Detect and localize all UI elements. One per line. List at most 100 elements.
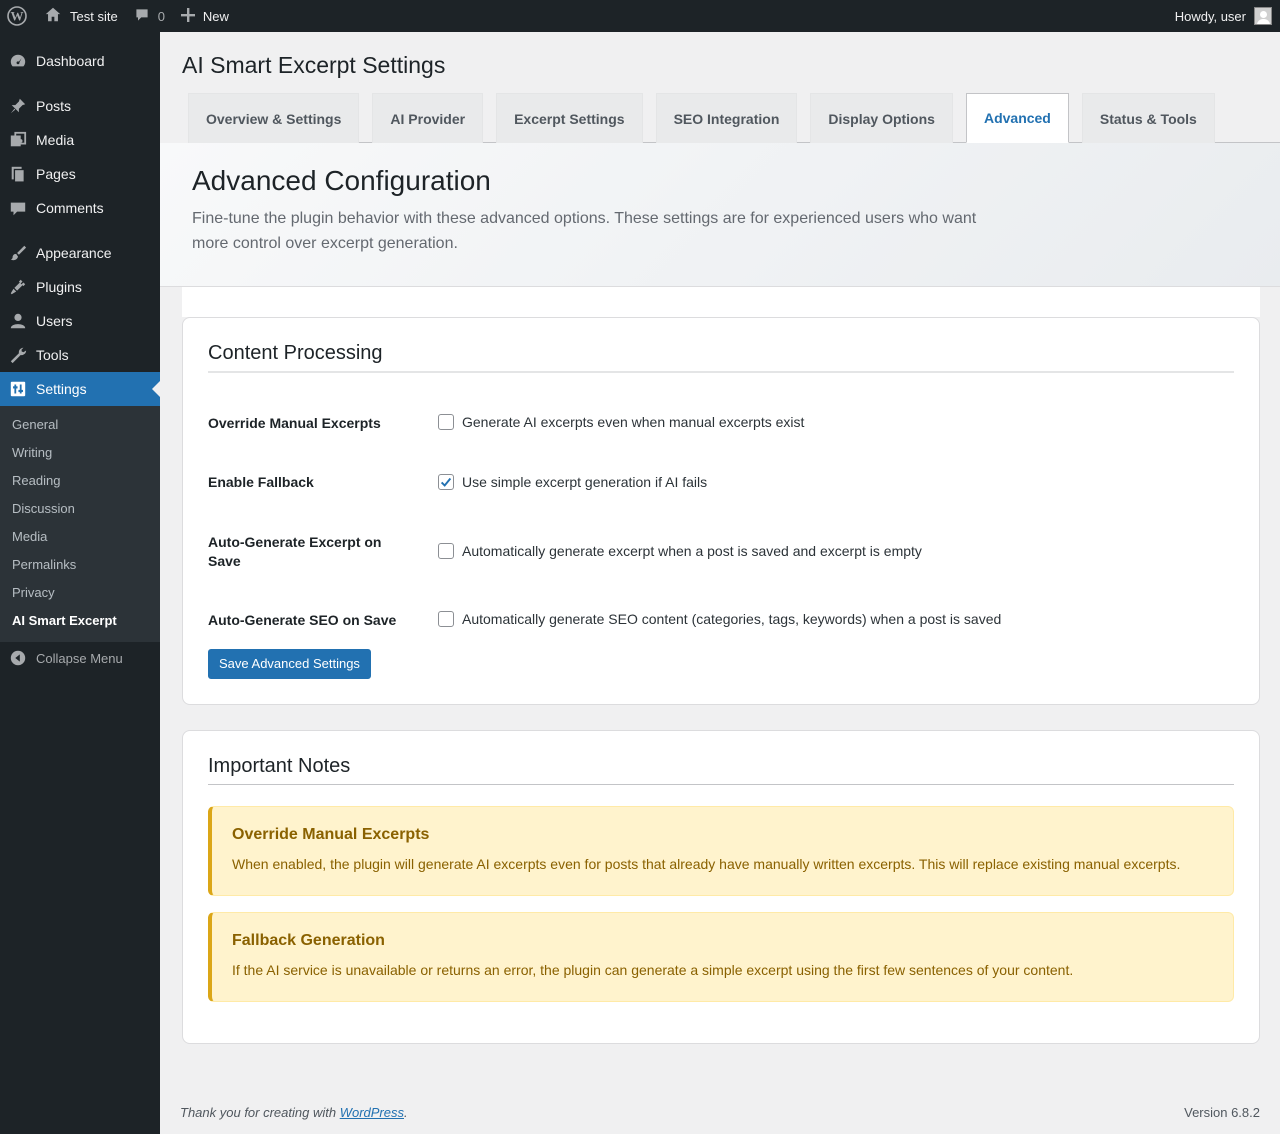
comment-bubble-icon xyxy=(134,7,150,26)
footer-thanks-text: Thank you for creating with xyxy=(180,1105,340,1120)
greeting: Howdy, user xyxy=(1174,8,1246,24)
enable-fallback-field[interactable]: Use simple excerpt generation if AI fail… xyxy=(438,474,707,490)
admin-bar: W Test site 0 New Howdy, user xyxy=(0,0,1280,32)
notice-override-manual-excerpts: Override Manual Excerpts When enabled, t… xyxy=(208,806,1234,896)
checkbox-description: Generate AI excerpts even when manual ex… xyxy=(462,414,805,430)
wordpress-logo-icon[interactable]: W xyxy=(0,0,34,32)
submenu-item-writing[interactable]: Writing xyxy=(12,443,52,463)
notice-fallback-generation: Fallback Generation If the AI service is… xyxy=(208,912,1234,1002)
menu-label: Appearance xyxy=(36,245,112,261)
menu-item-settings[interactable]: Settings xyxy=(0,372,160,406)
menu-label: Comments xyxy=(36,200,104,216)
tab-ai-provider[interactable]: AI Provider xyxy=(372,93,484,143)
tab-advanced[interactable]: Advanced xyxy=(965,93,1069,143)
section-title: Advanced Configuration xyxy=(192,165,491,196)
divider xyxy=(208,371,1234,373)
divider xyxy=(208,784,1234,785)
pin-icon xyxy=(0,97,36,115)
collapse-label: Collapse Menu xyxy=(36,650,123,666)
submenu-item-reading[interactable]: Reading xyxy=(12,471,60,491)
submenu-item-general[interactable]: General xyxy=(12,415,58,435)
menu-item-plugins[interactable]: Plugins xyxy=(0,270,160,304)
tab-excerpt-settings[interactable]: Excerpt Settings xyxy=(496,93,643,143)
card-title: Important Notes xyxy=(208,755,351,777)
checkbox-description: Use simple excerpt generation if AI fail… xyxy=(462,474,708,490)
plus-icon xyxy=(180,7,195,25)
tab-overview-settings[interactable]: Overview & Settings xyxy=(188,93,360,143)
my-account[interactable]: Howdy, user xyxy=(1175,0,1280,32)
user-icon xyxy=(0,312,36,330)
tab-display-options[interactable]: Display Options xyxy=(810,93,953,143)
menu-item-users[interactable]: Users xyxy=(0,304,160,338)
important-notes-card: Important Notes Override Manual Excerpts… xyxy=(182,730,1260,1044)
wordpress-link[interactable]: WordPress xyxy=(340,1105,404,1120)
menu-item-posts[interactable]: Posts xyxy=(0,89,160,123)
wrench-icon xyxy=(0,346,36,364)
notice-text: When enabled, the plugin will generate A… xyxy=(232,856,1181,872)
notice-text: If the AI service is unavailable or retu… xyxy=(232,962,1074,978)
submenu-item-privacy[interactable]: Privacy xyxy=(12,583,55,603)
auto-generate-excerpt-checkbox[interactable] xyxy=(438,543,454,559)
comments-link[interactable]: 0 xyxy=(126,0,173,32)
avatar xyxy=(1254,7,1272,25)
collapse-menu-button[interactable]: Collapse Menu xyxy=(0,644,160,672)
tab-seo-integration[interactable]: SEO Integration xyxy=(655,93,798,143)
auto-generate-seo-field[interactable]: Automatically generate SEO content (cate… xyxy=(438,611,1001,627)
menu-label: Users xyxy=(36,313,73,329)
home-icon xyxy=(44,6,62,27)
page-title: AI Smart Excerpt Settings xyxy=(182,52,446,78)
footer-thanks-suffix: . xyxy=(404,1105,408,1120)
auto-generate-excerpt-label: Auto-Generate Excerpt on Save xyxy=(208,534,382,569)
new-label: New xyxy=(202,8,229,24)
menu-item-appearance[interactable]: Appearance xyxy=(0,236,160,270)
override-manual-excerpts-checkbox[interactable] xyxy=(438,414,454,430)
settings-tabs: Overview & Settings AI Provider Excerpt … xyxy=(188,93,1228,143)
menu-item-comments[interactable]: Comments xyxy=(0,191,160,225)
override-manual-excerpts-field[interactable]: Generate AI excerpts even when manual ex… xyxy=(438,414,804,430)
settings-submenu: General Writing Reading Discussion Media… xyxy=(0,406,160,642)
menu-item-pages[interactable]: Pages xyxy=(0,157,160,191)
auto-generate-seo-label: Auto-Generate SEO on Save xyxy=(208,612,397,628)
footer-thanks: Thank you for creating with WordPress. xyxy=(180,1105,408,1120)
menu-item-dashboard[interactable]: Dashboard xyxy=(0,44,160,78)
menu-label: Tools xyxy=(36,347,69,363)
submenu-item-media[interactable]: Media xyxy=(12,527,47,547)
submenu-item-permalinks[interactable]: Permalinks xyxy=(12,555,76,575)
media-icon xyxy=(0,131,36,149)
menu-label: Dashboard xyxy=(36,53,105,69)
admin-menu: Dashboard Posts Media Pages Comments App… xyxy=(0,32,160,1134)
menu-label: Pages xyxy=(36,166,76,182)
enable-fallback-checkbox[interactable] xyxy=(438,474,454,490)
new-content-link[interactable]: New xyxy=(173,0,237,32)
card-title: Content Processing xyxy=(208,342,383,364)
menu-item-media[interactable]: Media xyxy=(0,123,160,157)
svg-text:W: W xyxy=(11,9,24,24)
auto-generate-excerpt-field[interactable]: Automatically generate excerpt when a po… xyxy=(438,543,922,559)
menu-item-tools[interactable]: Tools xyxy=(0,338,160,372)
menu-label: Settings xyxy=(36,381,87,397)
comments-count: 0 xyxy=(157,8,165,24)
auto-generate-seo-checkbox[interactable] xyxy=(438,611,454,627)
site-name: Test site xyxy=(70,8,118,24)
menu-label: Posts xyxy=(36,98,72,114)
plug-icon xyxy=(0,278,36,296)
submenu-item-ai-smart-excerpt[interactable]: AI Smart Excerpt xyxy=(12,611,117,631)
collapse-arrow-icon xyxy=(0,649,36,667)
notice-title: Override Manual Excerpts xyxy=(232,826,430,843)
content-processing-card: Content Processing Override Manual Excer… xyxy=(182,317,1260,705)
site-link[interactable]: Test site xyxy=(34,0,126,32)
menu-label: Media xyxy=(36,132,75,148)
settings-icon xyxy=(0,380,36,398)
dashboard-icon xyxy=(0,52,36,70)
tab-content-background xyxy=(182,287,1260,317)
submenu-item-discussion[interactable]: Discussion xyxy=(12,499,75,519)
section-header: Advanced Configuration Fine-tune the plu… xyxy=(160,143,1280,287)
section-description: Fine-tune the plugin behavior with these… xyxy=(192,210,977,252)
menu-label: Plugins xyxy=(36,279,82,295)
notice-title: Fallback Generation xyxy=(232,932,385,949)
save-advanced-settings-button[interactable]: Save Advanced Settings xyxy=(208,649,371,679)
tab-status-tools[interactable]: Status & Tools xyxy=(1081,93,1215,143)
checkbox-description: Automatically generate SEO content (cate… xyxy=(462,611,1002,627)
checkbox-description: Automatically generate excerpt when a po… xyxy=(462,543,922,559)
footer-version: Version 6.8.2 xyxy=(1184,1105,1260,1120)
